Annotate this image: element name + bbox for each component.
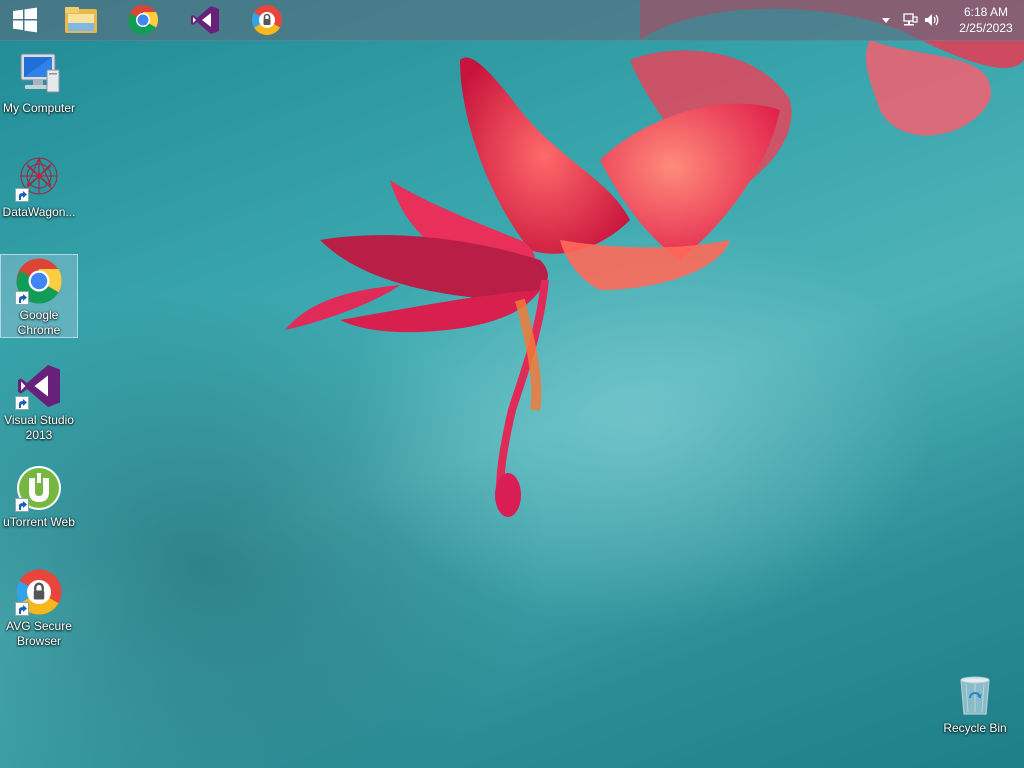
tray-overflow-button[interactable] — [876, 10, 896, 30]
desktop-icon-recycle-bin[interactable]: Recycle Bin — [936, 668, 1014, 736]
desktop-icon-label: uTorrent Web — [3, 515, 75, 529]
shortcut-arrow-icon — [15, 396, 29, 410]
desktop[interactable]: 6:18 AM 2/25/2023 My Computer DataWagon.… — [0, 0, 1024, 768]
desktop-icon-label: Recycle Bin — [943, 721, 1007, 735]
desktop-icon-label: Visual Studio 2013 — [4, 413, 74, 442]
volume-icon — [925, 14, 939, 26]
clock-time: 6:18 AM — [963, 5, 1009, 19]
folder-icon — [65, 7, 97, 33]
avg-browser-icon — [251, 5, 282, 36]
taskbar-google-chrome[interactable] — [116, 0, 170, 40]
taskbar-clock[interactable]: 6:18 AM 2/25/2023 — [952, 4, 1020, 36]
desktop-icon-label: My Computer — [2, 101, 76, 115]
shortcut-arrow-icon — [15, 188, 29, 202]
taskbar: 6:18 AM 2/25/2023 — [0, 0, 1024, 41]
desktop-icon-utorrent-web[interactable]: uTorrent Web — [0, 462, 78, 530]
start-button[interactable] — [0, 0, 50, 40]
chevron-up-icon — [882, 18, 890, 23]
windows-logo-icon — [13, 7, 37, 33]
tray-network-button[interactable] — [900, 10, 920, 30]
clock-date: 2/25/2023 — [959, 21, 1013, 35]
desktop-icon-label: DataWagon... — [2, 205, 76, 219]
visual-studio-icon — [191, 6, 219, 34]
wallpaper-flower-image — [285, 0, 1024, 517]
tray-volume-button[interactable] — [922, 10, 942, 30]
network-icon — [903, 13, 918, 26]
taskbar-avg-secure-browser[interactable] — [240, 0, 294, 40]
desktop-icon-avg-secure-browser[interactable]: AVG Secure Browser — [0, 566, 78, 649]
taskbar-file-explorer[interactable] — [54, 0, 108, 40]
shortcut-arrow-icon — [15, 291, 29, 305]
recycle-bin-icon — [960, 676, 990, 715]
desktop-icon-label: Google Chrome — [17, 308, 61, 337]
desktop-icon-my-computer[interactable]: My Computer — [0, 48, 78, 116]
shortcut-arrow-icon — [15, 602, 29, 616]
shortcut-arrow-icon — [15, 498, 29, 512]
computer-icon — [20, 53, 60, 93]
desktop-icon-label: AVG Secure Browser — [6, 619, 72, 648]
desktop-icon-google-chrome[interactable]: Google Chrome — [0, 254, 78, 338]
taskbar-visual-studio[interactable] — [178, 0, 232, 40]
chrome-icon — [128, 5, 159, 36]
desktop-icon-datawagon[interactable]: DataWagon... — [0, 152, 78, 220]
desktop-icon-visual-studio[interactable]: Visual Studio 2013 — [0, 360, 78, 443]
system-tray: 6:18 AM 2/25/2023 — [864, 0, 1024, 40]
